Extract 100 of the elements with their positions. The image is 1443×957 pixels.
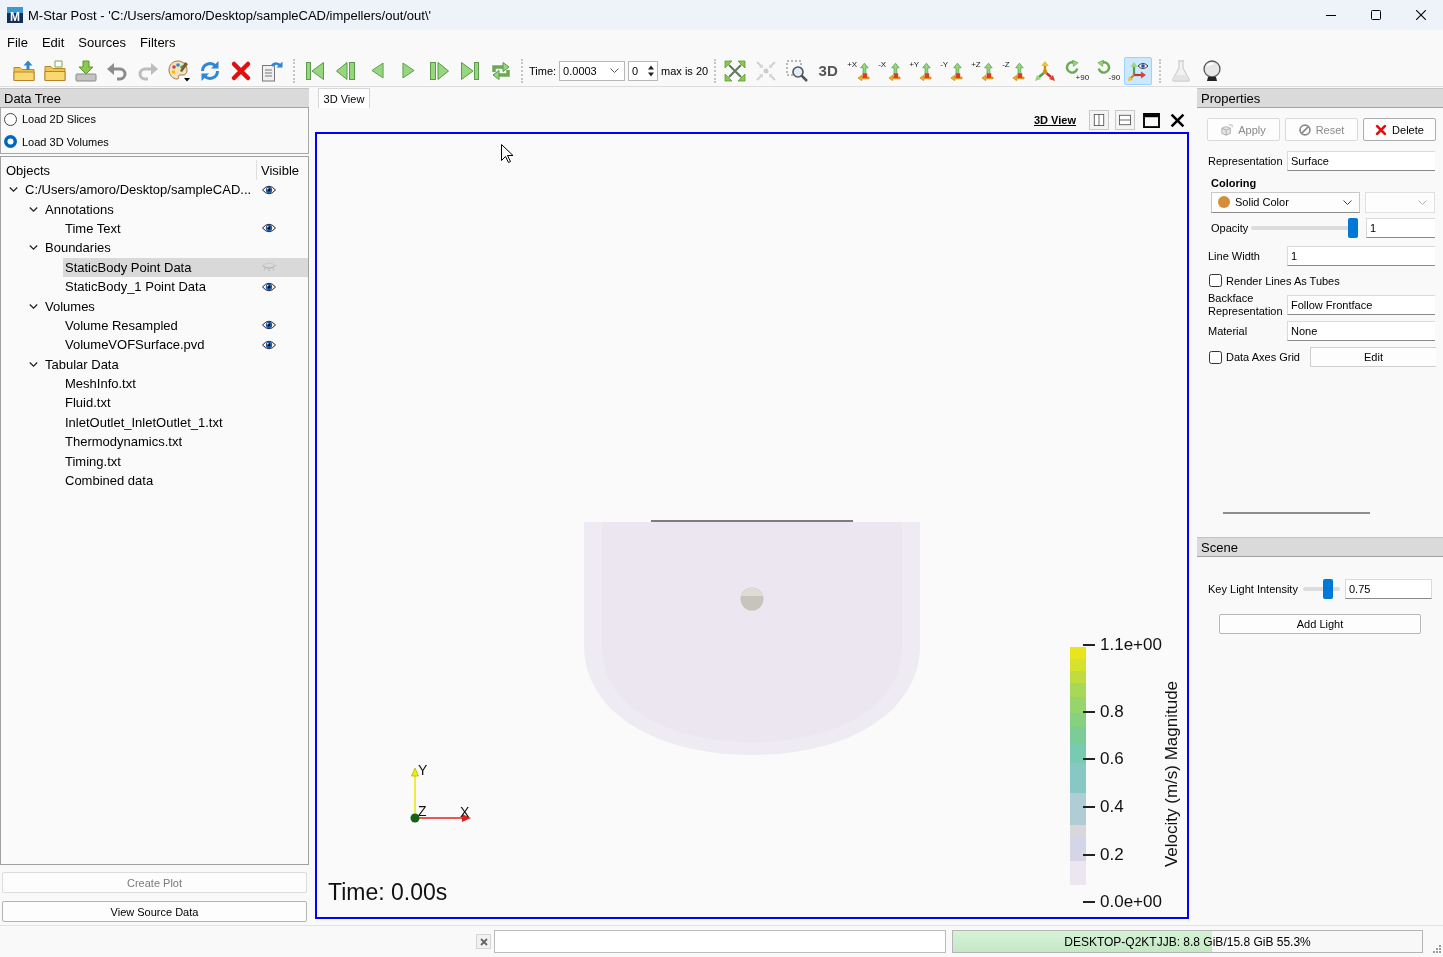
split-vertical-button[interactable] xyxy=(1115,110,1135,130)
camera-axis-button[interactable]: +X xyxy=(845,56,874,85)
tree-item[interactable]: VolumeVOFSurface.pvd xyxy=(63,335,308,355)
action-button[interactable]: View Source Data xyxy=(2,901,307,922)
tree-item[interactable]: Volumes xyxy=(43,296,308,316)
camera-axis-button[interactable]: -Z xyxy=(1000,56,1029,85)
chevron-down-icon[interactable] xyxy=(28,301,38,311)
eye-icon[interactable] xyxy=(262,184,276,195)
axis-arrows-icon xyxy=(919,61,933,81)
input-field[interactable]: None xyxy=(1287,321,1435,341)
tick-label: 1.1e+00 xyxy=(1100,635,1162,655)
checkbox[interactable] xyxy=(1209,350,1222,364)
tick-label: 0.4 xyxy=(1100,797,1124,817)
palette-icon xyxy=(168,59,190,82)
slider-track[interactable] xyxy=(1303,579,1340,599)
tick-label: 0.2 xyxy=(1100,845,1124,865)
maximize-view-button[interactable] xyxy=(1141,110,1161,130)
tree-item[interactable]: StaticBody_1 Point Data xyxy=(63,276,308,297)
panel-header: Scene xyxy=(1197,537,1443,557)
coloring-dropdown[interactable]: Solid Color xyxy=(1211,191,1360,213)
tree-item[interactable]: C:/Users/amoro/Desktop/sampleCAD... xyxy=(23,180,308,200)
rotate-counterclockwise-button[interactable]: -90 xyxy=(1093,56,1122,85)
view-mode-button[interactable]: 3D xyxy=(814,56,843,85)
edit-button[interactable]: Edit xyxy=(1310,347,1436,367)
time-dropdown[interactable]: 0.0003 xyxy=(559,60,626,81)
resize-grip-icon[interactable] xyxy=(1431,945,1441,955)
slider-thumb[interactable] xyxy=(1323,579,1334,599)
chevron-down-icon[interactable] xyxy=(28,243,38,253)
tick-label: 0.6 xyxy=(1100,749,1124,769)
camera-axis-button[interactable]: +Z xyxy=(969,56,998,85)
render-view[interactable]: Y Z X Time: 0.00s 1.1e+00 0.8 0.6 0.4 0.2 0.0e+00 Velocity (m/s) Magnitude xyxy=(315,132,1189,919)
tree-item[interactable]: Fluid.txt xyxy=(63,393,308,413)
delete-icon xyxy=(230,59,252,82)
menu-item[interactable]: Sources xyxy=(71,31,134,54)
chevron-down-icon[interactable] xyxy=(8,185,18,195)
interaction-mode-button[interactable] xyxy=(1124,56,1153,85)
delete-icon xyxy=(1375,123,1388,136)
axis-arrows-icon xyxy=(1012,61,1026,81)
app-logo: M xyxy=(7,7,23,23)
tick-mark xyxy=(1083,806,1095,808)
tree-item[interactable]: MeshInfo.txt xyxy=(63,373,308,394)
split-horizontal-button[interactable] xyxy=(1089,110,1109,130)
view-tab[interactable]: 3D View xyxy=(318,88,370,108)
tree-item[interactable]: Annotations xyxy=(43,199,308,219)
chevron-down-icon[interactable] xyxy=(28,204,38,214)
tree-item[interactable]: Combined data xyxy=(63,470,308,491)
tree-item[interactable]: Volume Resampled xyxy=(63,315,308,336)
loop-icon xyxy=(490,59,512,82)
input-field[interactable]: Surface xyxy=(1287,151,1435,171)
view-type-link[interactable]: 3D View xyxy=(1034,114,1076,126)
tree-item[interactable]: Tabular Data xyxy=(43,354,308,374)
tree-item[interactable]: Timing.txt xyxy=(63,451,308,471)
camera-axis-button[interactable]: -X xyxy=(876,56,905,85)
camera-axis-button[interactable]: +Y xyxy=(907,56,936,85)
color-swatch-icon xyxy=(1218,196,1230,208)
globe-icon xyxy=(1201,59,1224,82)
eye-icon[interactable] xyxy=(262,320,276,331)
radio-button[interactable] xyxy=(4,112,17,126)
split-rows-icon xyxy=(1119,114,1131,126)
expand-arrows-icon xyxy=(724,59,747,82)
menu-item[interactable]: Filters xyxy=(133,31,183,54)
chevron-down-icon xyxy=(610,68,620,73)
tree-item[interactable]: StaticBody Point Data xyxy=(63,257,308,277)
skip-to-end-icon xyxy=(459,59,481,82)
skip-to-start-icon xyxy=(304,59,326,82)
column-header: Objects xyxy=(5,162,52,178)
eye-icon[interactable] xyxy=(262,281,276,292)
eye-icon[interactable] xyxy=(262,223,276,234)
input-field[interactable]: 0.75 xyxy=(1345,579,1432,599)
tree-item[interactable]: Boundaries xyxy=(43,238,308,258)
input-field[interactable]: 1 xyxy=(1366,218,1435,238)
checkbox[interactable] xyxy=(1209,274,1222,287)
eye-icon[interactable] xyxy=(262,339,276,350)
converge-arrows-icon xyxy=(755,59,778,82)
zoom-box-icon xyxy=(786,59,809,82)
cube-icon xyxy=(1221,123,1234,136)
tree-item[interactable]: Thermodynamics.txt xyxy=(63,432,308,452)
chevron-down-icon[interactable] xyxy=(28,359,38,369)
input-field[interactable]: 1 xyxy=(1287,246,1435,266)
delete-button[interactable]: Delete xyxy=(1363,118,1436,141)
status-field[interactable] xyxy=(494,930,946,953)
input-field[interactable]: Follow Frontface xyxy=(1287,295,1435,315)
axis-label: Z xyxy=(418,804,427,818)
tick-mark xyxy=(1083,711,1095,713)
rotate-counterclockwise-icon xyxy=(1096,59,1112,75)
axis-arrows-icon xyxy=(857,61,871,81)
cancel-button[interactable] xyxy=(476,934,491,949)
slider-track[interactable] xyxy=(1251,218,1358,238)
menu-item[interactable]: File xyxy=(0,31,35,54)
tree-item[interactable]: InletOutlet_InletOutlet_1.txt xyxy=(63,412,308,433)
time-step-spinbox[interactable]: 0 xyxy=(628,60,659,81)
rotate-clockwise-button[interactable]: +90 xyxy=(1062,56,1091,85)
column-header: Visible xyxy=(260,162,300,178)
slider-thumb[interactable] xyxy=(1348,218,1358,238)
radio-button[interactable] xyxy=(4,135,17,149)
mouse-cursor-icon xyxy=(501,144,513,163)
camera-axis-button[interactable]: -Y xyxy=(938,56,967,85)
tree-item[interactable]: Time Text xyxy=(63,218,308,239)
add-light-button[interactable]: Add Light xyxy=(1219,614,1421,634)
menu-item[interactable]: Edit xyxy=(34,31,72,54)
